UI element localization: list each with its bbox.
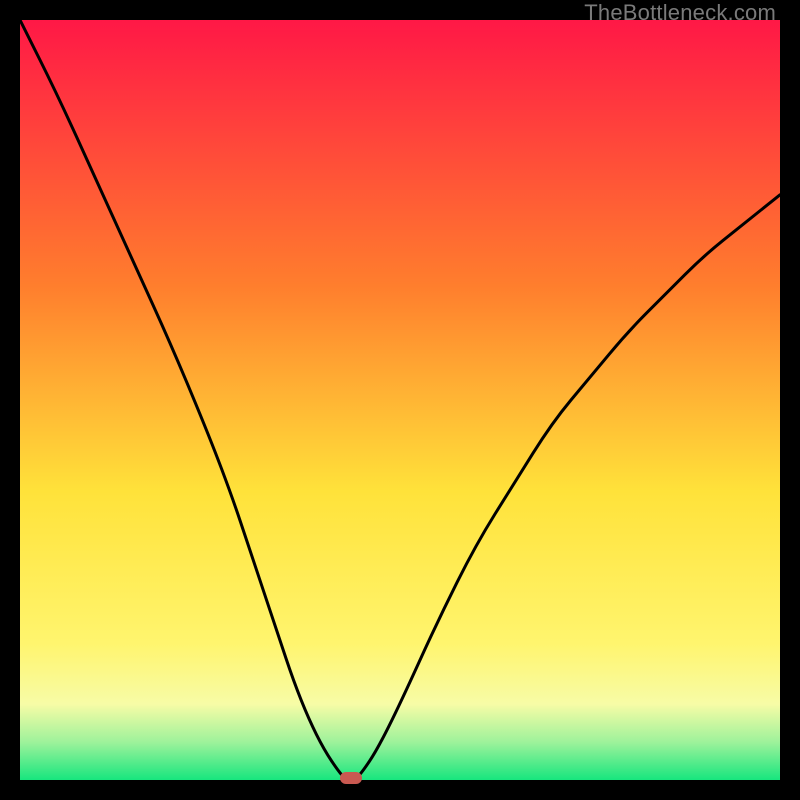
minimum-marker: [340, 772, 362, 784]
plot-frame: [20, 20, 780, 780]
bottleneck-curve: [20, 20, 780, 780]
